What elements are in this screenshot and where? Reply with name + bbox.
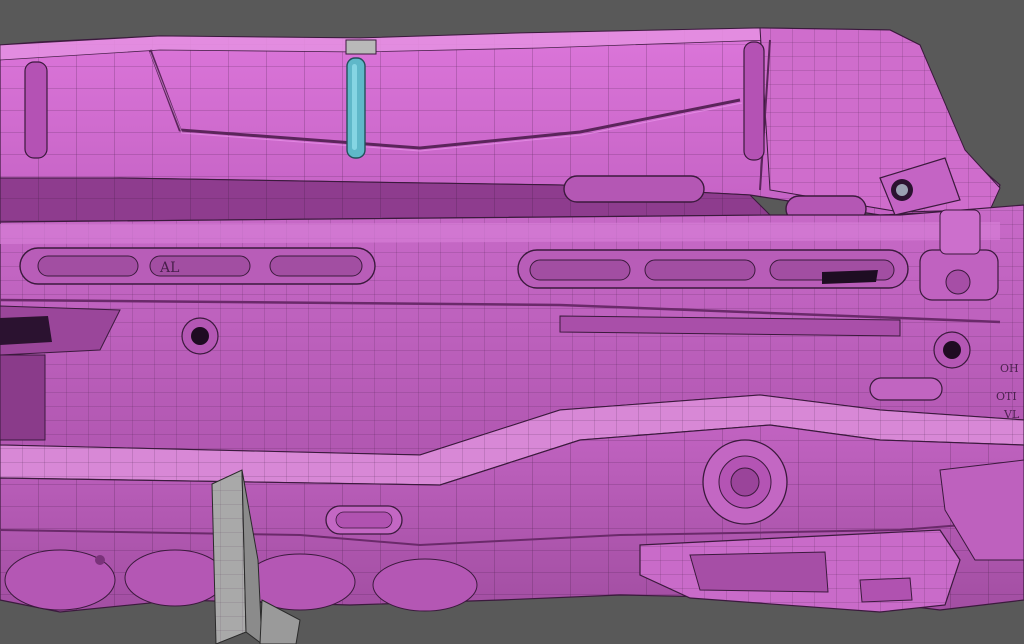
model-render: OH OTI VL AL	[0, 27, 1024, 644]
engraving-line-1: OH	[1000, 362, 1019, 375]
3d-viewport[interactable]: OH OTI VL AL	[0, 0, 1024, 644]
engraving-partial: AL	[159, 260, 179, 276]
engraving-line-2: OTI	[996, 390, 1017, 403]
